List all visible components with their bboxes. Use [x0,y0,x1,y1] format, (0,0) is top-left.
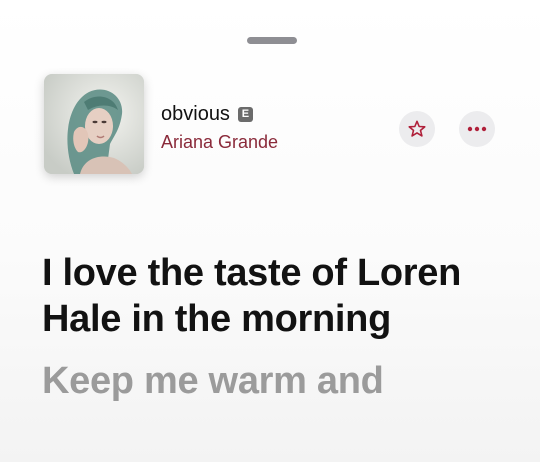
explicit-badge: E [237,106,253,122]
track-title-text: obvious [161,103,230,125]
track-title: obvious E [161,104,253,124]
star-icon [408,120,426,137]
artist-link[interactable]: Ariana Grande [161,133,278,151]
lyric-next-line[interactable]: Keep me warm and [42,358,512,404]
lyrics-view[interactable]: I love the taste of Loren Hale in the mo… [42,250,512,404]
favorite-button[interactable] [399,111,435,147]
ellipsis-icon [467,126,487,132]
album-artwork[interactable] [44,74,144,174]
lyric-current-line[interactable]: I love the taste of Loren Hale in the mo… [42,250,512,342]
sheet-grabber-handle[interactable] [247,37,297,44]
album-artwork-image [44,74,144,174]
more-options-button[interactable] [459,111,495,147]
